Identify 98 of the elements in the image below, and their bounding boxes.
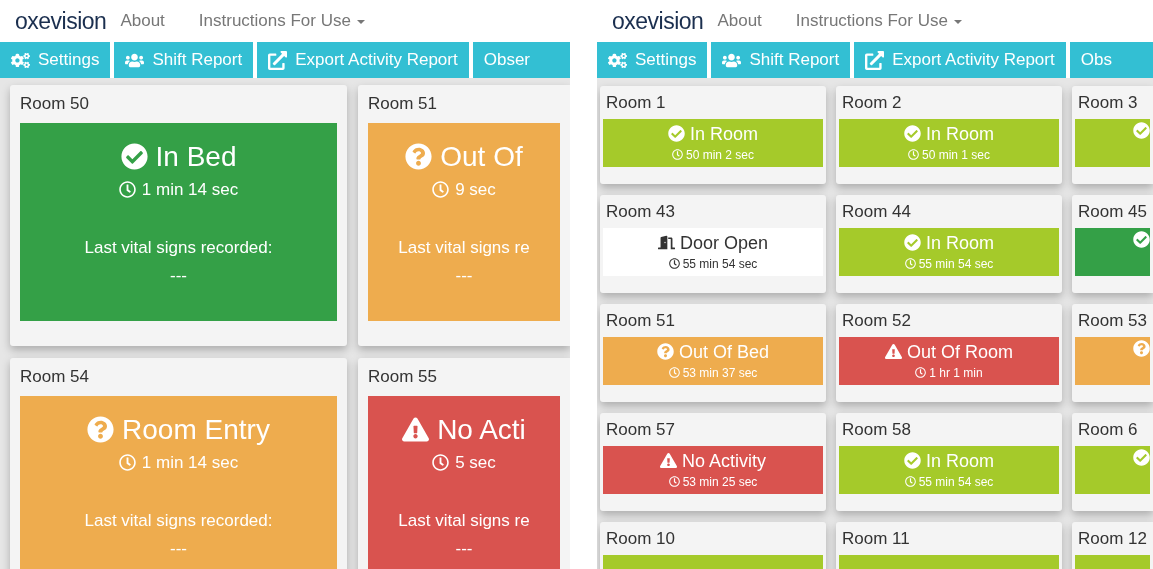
warning-icon (885, 343, 902, 360)
room-title: Room 43 (605, 201, 676, 223)
room-card[interactable]: Room 57 No Activity 53 min 25 sec (600, 413, 826, 511)
warning-icon (660, 452, 677, 469)
status-label: Out Of Room (907, 340, 1013, 364)
room-card[interactable]: Room 55 No Acti 5 sec Last vital signs re --- (358, 358, 570, 569)
room-title: Room 50 (20, 93, 90, 115)
status-label: Door Open (679, 231, 769, 255)
room-card[interactable]: Room 45 (1072, 195, 1153, 293)
room-title: Room 58 (841, 419, 912, 441)
clock-icon (671, 149, 683, 160)
status-label: In Room (926, 231, 994, 255)
elapsed-time: 53 min 37 sec (682, 364, 758, 382)
vitals-value: --- (455, 264, 473, 287)
room-card[interactable]: Room 6 (1072, 413, 1153, 511)
external-link-icon (865, 50, 885, 70)
status-label: In Room (926, 122, 994, 146)
room-title: Room 1 (605, 92, 667, 114)
room-title: Room 52 (841, 310, 912, 332)
vitals-value: --- (455, 537, 473, 560)
room-card[interactable]: Room 52 Out Of Room 1 hr 1 min (836, 304, 1062, 402)
clock-icon (668, 367, 680, 378)
room-title: Room 54 (20, 366, 90, 388)
clock-icon (432, 453, 450, 471)
elapsed-time: 55 min 54 sec (918, 255, 994, 273)
vitals-label: Last vital signs re (398, 237, 530, 259)
clock-icon (118, 453, 136, 471)
room-card[interactable]: Room 53 (1072, 304, 1153, 402)
room-title: Room 6 (1077, 419, 1139, 441)
room-card[interactable]: Room 2 In Room 50 min 1 sec (836, 86, 1062, 184)
clock-icon (907, 149, 919, 160)
elapsed-time: 55 min 54 sec (682, 255, 758, 273)
status-label: No Acti (437, 412, 526, 447)
room-card[interactable]: Room 44 In Room 55 min 54 sec (836, 195, 1062, 293)
room-title: Room 11 (841, 528, 911, 550)
vitals-label: Last vital signs recorded: (84, 510, 273, 532)
gears-icon (608, 50, 627, 70)
room-card[interactable]: Room 43 Door Open 55 min 54 sec (600, 195, 826, 293)
status-label: In Bed (155, 139, 237, 174)
warning-icon (402, 416, 430, 443)
nav-link[interactable]: About (717, 8, 762, 34)
clock-icon (432, 180, 450, 198)
nav-link[interactable]: Instructions For Use (795, 8, 962, 34)
room-card[interactable]: Room 3 (1072, 86, 1153, 184)
nav-link[interactable]: Instructions For Use (198, 8, 365, 34)
elapsed-time: 1 min 14 sec (141, 178, 239, 201)
room-card[interactable]: Room 58 In Room 55 min 54 sec (836, 413, 1062, 511)
elapsed-time: 1 min 14 sec (141, 451, 239, 474)
external-link-icon (268, 50, 288, 70)
room-title: Room 45 (1077, 201, 1148, 223)
elapsed-time: 9 sec (455, 178, 496, 201)
elapsed-time: 5 sec (455, 451, 496, 474)
clock-icon (904, 476, 916, 487)
room-title: Room 55 (368, 366, 438, 388)
room-card[interactable]: Room 51 Out Of Bed 53 min 37 sec (600, 304, 826, 402)
clock-icon (904, 258, 916, 269)
elapsed-time: 55 min 54 sec (918, 473, 994, 491)
vitals-label: Last vital signs recorded: (84, 237, 273, 259)
room-card[interactable]: Room 10 (600, 522, 826, 569)
room-title: Room 2 (841, 92, 903, 114)
status-label: In Room (926, 449, 994, 473)
elapsed-time: 50 min 2 sec (685, 146, 754, 164)
vitals-value: --- (170, 537, 187, 560)
room-card[interactable]: Room 51 Out Of 9 sec Last vital signs re --- (358, 85, 570, 346)
clock-icon (668, 258, 680, 269)
vitals-value: --- (170, 264, 187, 287)
nav-link[interactable]: About (120, 8, 165, 34)
logo: oxevision (15, 9, 107, 33)
room-card[interactable]: Room 11 (836, 522, 1062, 569)
room-card[interactable]: Room 1 In Room 50 min 2 sec (600, 86, 826, 184)
clock-icon (668, 476, 680, 487)
room-title: Room 51 (368, 93, 438, 115)
status-label: Out Of Bed (678, 340, 769, 364)
status-label: Room Entry (122, 412, 270, 447)
status-label: In Room (690, 122, 758, 146)
elapsed-time: 1 hr 1 min (929, 364, 983, 382)
caret-icon (953, 20, 962, 24)
room-title: Room 51 (605, 310, 676, 332)
elapsed-time: 50 min 1 sec (921, 146, 990, 164)
door-icon (657, 234, 675, 251)
vitals-label: Last vital signs re (398, 510, 530, 532)
room-title: Room 44 (841, 201, 912, 223)
room-title: Room 57 (605, 419, 676, 441)
room-title: Room 12 (1077, 528, 1148, 550)
elapsed-time: 53 min 25 sec (682, 473, 758, 491)
room-title: Room 53 (1077, 310, 1148, 332)
gears-icon (11, 50, 30, 70)
room-card[interactable]: Room 54 Room Entry 1 min 14 sec Last vital signs recorded: --- (10, 358, 347, 569)
clock-icon (915, 367, 927, 378)
caret-icon (356, 20, 365, 24)
room-title: Room 10 (605, 528, 676, 550)
clock-icon (118, 180, 136, 198)
room-card[interactable]: Room 50 In Bed 1 min 14 sec Last vital signs recorded: --- (10, 85, 347, 346)
room-card[interactable]: Room 12 (1072, 522, 1153, 569)
room-title: Room 3 (1077, 92, 1139, 114)
status-label: Out Of (440, 139, 523, 174)
logo: oxevision (612, 9, 704, 33)
status-label: No Activity (682, 449, 766, 473)
